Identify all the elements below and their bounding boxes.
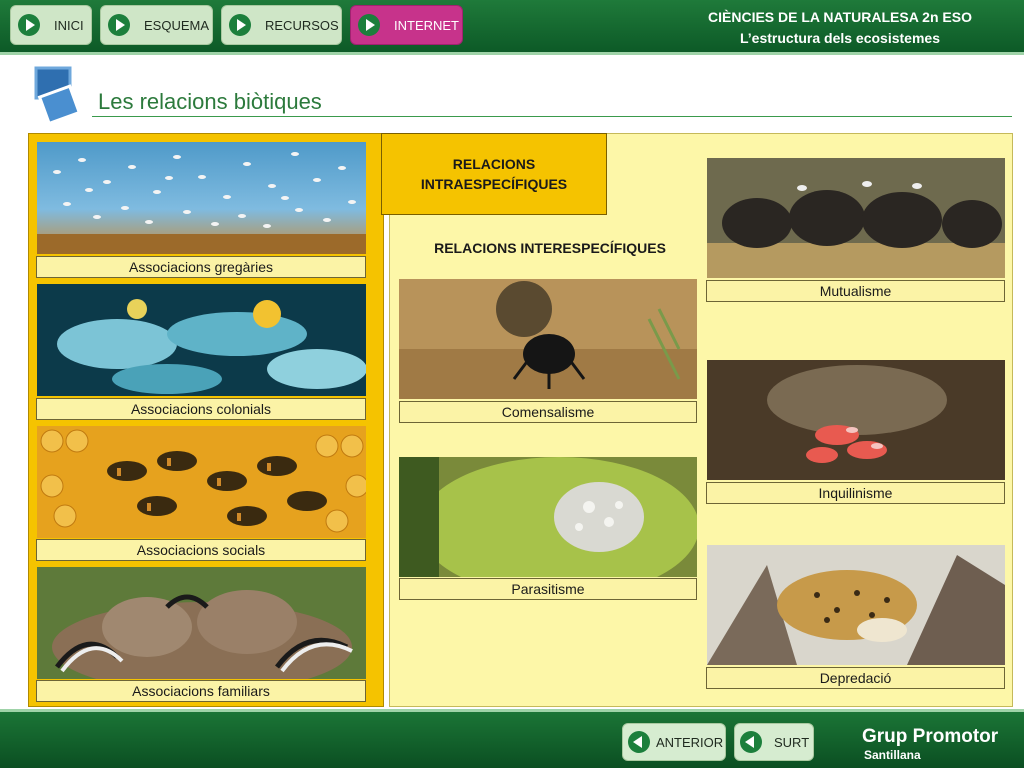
gregarious-caption: Associacions gregàries [36,256,366,278]
intraspecific-heading: RELACIONS INTRAESPECÍFIQUES [420,156,568,192]
slides-icon [34,66,80,126]
intraspecific-heading-box: RELACIONS INTRAESPECÍFIQUES [381,133,607,215]
commensalism-caption: Comensalisme [399,401,697,423]
back-arrow-icon [740,731,762,753]
anterior-button[interactable]: ANTERIOR [622,723,726,761]
birds-flock-photo [37,142,366,254]
page-title: Les relacions biòtiques [98,89,322,114]
mutualism-caption: Mutualisme [706,280,1005,302]
recursos-button[interactable]: RECURSOS [221,5,342,45]
play-arrow-icon [18,14,40,36]
recursos-label: RECURSOS [265,17,339,33]
anterior-label: ANTERIOR [656,734,724,750]
brand-logo-text: Grup Promotor [862,726,999,747]
social-caption: Associacions socials [36,539,366,561]
back-arrow-icon [628,731,650,753]
hermit-crab-photo [707,360,1005,480]
leopard-prey-photo [707,545,1005,665]
cactus-parasite-photo [399,457,697,577]
course-title: CIÈNCIES DE LA NATURALESA 2n ESO [708,9,972,25]
parasitism-caption: Parasitisme [399,578,697,600]
family-caption: Associacions familiars [36,680,366,702]
brand-logo-subtext: Santillana [864,748,921,762]
buffalo-birds-photo [707,158,1005,278]
esquema-label: ESQUEMA [144,17,210,33]
bees-honeycomb-photo [37,426,366,538]
play-arrow-icon [229,14,251,36]
inquilinism-caption: Inquilinisme [706,482,1005,504]
surt-label: SURT [774,734,810,750]
colonial-caption: Associacions colonials [36,398,366,420]
lemurs-photo [37,567,366,679]
coral-colony-photo [37,284,366,396]
interspecific-heading: RELACIONS INTERESPECÍFIQUES [434,240,666,256]
dung-beetle-photo [399,279,697,399]
inici-label: INICI [54,17,84,33]
surt-button[interactable]: SURT [734,723,814,761]
internet-button[interactable]: INTERNET [350,5,463,45]
internet-label: INTERNET [394,17,459,33]
title-underline [92,116,1012,117]
top-bar-rule [0,52,1024,55]
play-arrow-icon [108,14,130,36]
play-arrow-icon [358,14,380,36]
esquema-button[interactable]: ESQUEMA [100,5,213,45]
inici-button[interactable]: INICI [10,5,92,45]
predation-caption: Depredació [706,667,1005,689]
course-subtitle: L’estructura dels ecosistemes [740,30,940,46]
